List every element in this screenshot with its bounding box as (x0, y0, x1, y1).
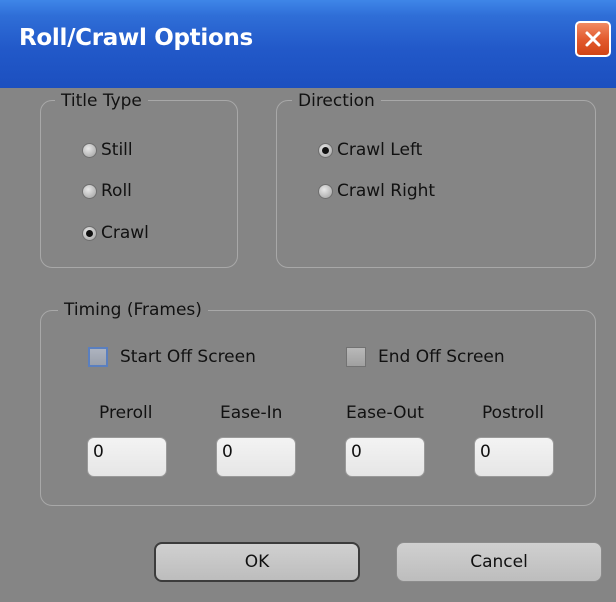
end-off-screen[interactable]: End Off Screen (346, 347, 505, 367)
radio-roll[interactable]: Roll (82, 181, 132, 201)
title-type-label: Title Type (55, 91, 148, 111)
radio-still[interactable]: Still (82, 140, 133, 160)
radio-crawl-left-button[interactable] (318, 142, 333, 158)
postroll-label: Postroll (482, 403, 545, 423)
timing-label: Timing (Frames) (58, 300, 208, 320)
radio-crawl-right[interactable]: Crawl Right (318, 181, 435, 201)
radio-crawl-right-label: Crawl Right (337, 181, 436, 201)
end-off-screen-checkbox[interactable] (346, 347, 366, 367)
direction-label: Direction (292, 91, 381, 111)
close-icon (585, 31, 601, 47)
ease-in-label: Ease-In (220, 403, 283, 423)
postroll-input[interactable]: 0 (474, 437, 554, 477)
cancel-button[interactable]: Cancel (396, 542, 602, 582)
start-off-screen[interactable]: Start Off Screen (88, 347, 256, 367)
start-off-screen-label: Start Off Screen (120, 347, 256, 367)
window-title: Roll/Crawl Options (19, 25, 253, 51)
radio-roll-button[interactable] (82, 183, 97, 199)
radio-still-label: Still (101, 140, 133, 160)
radio-crawl-left-label: Crawl Left (337, 140, 423, 160)
radio-crawl-right-button[interactable] (318, 183, 333, 199)
ease-in-input[interactable]: 0 (216, 437, 296, 477)
ease-out-label: Ease-Out (346, 403, 424, 423)
dialog-window: Roll/Crawl Options Title Type Still Roll… (0, 0, 616, 602)
dialog-body: Title Type Still Roll Crawl Direction Cr… (0, 60, 616, 602)
start-off-screen-checkbox[interactable] (88, 347, 108, 367)
preroll-label: Preroll (99, 403, 153, 423)
close-button[interactable] (575, 21, 611, 57)
radio-crawl-button[interactable] (82, 225, 97, 241)
ease-out-input[interactable]: 0 (345, 437, 425, 477)
ok-button[interactable]: OK (154, 542, 360, 582)
radio-roll-label: Roll (101, 181, 132, 201)
preroll-input[interactable]: 0 (87, 437, 167, 477)
radio-crawl-left[interactable]: Crawl Left (318, 140, 422, 160)
end-off-screen-label: End Off Screen (378, 347, 505, 367)
radio-crawl[interactable]: Crawl (82, 223, 149, 243)
radio-still-button[interactable] (82, 142, 97, 158)
radio-crawl-label: Crawl (101, 223, 149, 243)
